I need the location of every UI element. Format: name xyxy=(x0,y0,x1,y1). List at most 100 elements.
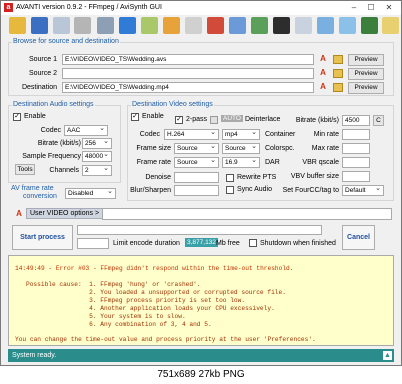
vbr-qscale-input[interactable] xyxy=(342,157,370,168)
destination-script-icon[interactable]: A xyxy=(318,82,328,92)
log-line: 3. FFmpeg process priority is set too lo… xyxy=(26,297,246,304)
denoise-input[interactable] xyxy=(174,172,219,183)
audio-tools-button[interactable]: Tools xyxy=(15,164,35,175)
destination-input[interactable]: E:\VIDEO\VIDEO_TS\Wedding.mp4 xyxy=(62,82,314,93)
rewrite-pts-label: Rewrite PTS xyxy=(237,174,277,181)
log-line: Possible cause: 1. FFmpeg 'hung' or 'cra… xyxy=(26,281,201,288)
app-logo-icon: a xyxy=(4,3,13,12)
status-bar: System ready. ▲ xyxy=(8,349,394,362)
av-frame-rate-select[interactable]: Disabled xyxy=(65,188,116,199)
max-rate-input[interactable] xyxy=(342,143,370,154)
cancel-button[interactable]: Cancel xyxy=(342,225,375,250)
help-icon[interactable] xyxy=(317,17,334,34)
user-video-options-input[interactable] xyxy=(102,208,392,220)
video-enable-label: Enable xyxy=(142,113,164,120)
browse-source1-icon[interactable] xyxy=(333,55,343,64)
fourcc-select[interactable]: Default xyxy=(342,185,384,196)
dar-label: DAR xyxy=(265,159,280,166)
log-line: You can change the time-out value and pr… xyxy=(15,336,316,343)
video-bitrate-input[interactable]: 4500 xyxy=(342,115,370,126)
monitor-icon[interactable] xyxy=(273,17,290,34)
audio-group-label: Destination Audio settings xyxy=(12,101,95,108)
media-icon[interactable] xyxy=(141,17,158,34)
channels-select[interactable]: 2 xyxy=(82,165,112,176)
channels-label: Channels xyxy=(49,167,79,174)
tools-icon[interactable] xyxy=(163,17,180,34)
start-process-button[interactable]: Start process xyxy=(12,225,73,250)
min-rate-label: Min rate xyxy=(313,131,339,138)
log-panel: 14:49:49 - Error #03 - FFmpeg didn't res… xyxy=(8,255,394,346)
maximize-icon[interactable]: ☐ xyxy=(365,3,377,13)
settings-icon[interactable] xyxy=(74,17,91,34)
toolbar xyxy=(5,16,399,36)
image-caption: 751x689 27kb PNG xyxy=(0,366,402,384)
av-frame-rate-label: AV frame rate xyxy=(11,185,54,192)
web-icon[interactable] xyxy=(339,17,356,34)
scheduler-icon[interactable] xyxy=(229,17,246,34)
status-text: System ready. xyxy=(12,352,57,359)
preferences-icon[interactable] xyxy=(251,17,268,34)
preview-source1-button[interactable]: Preview xyxy=(348,54,384,66)
user-video-options-button[interactable]: User VIDEO options > xyxy=(26,208,104,219)
presets-icon[interactable] xyxy=(53,17,70,34)
vbv-buffer-label: VBV buffer size xyxy=(290,173,339,180)
browse-source2-icon[interactable] xyxy=(333,69,343,78)
shutdown-checkbox[interactable] xyxy=(249,239,257,247)
info-icon[interactable] xyxy=(119,17,136,34)
blur-sharpen-input[interactable] xyxy=(174,185,219,196)
destination-label: Destination xyxy=(21,84,57,91)
container-select[interactable]: mp4 xyxy=(222,129,260,140)
delete-icon[interactable] xyxy=(207,17,224,34)
source1-input[interactable]: E:\VIDEO\VIDEO_TS\Wedding.avs xyxy=(62,54,314,65)
auto-deinterlace-checkbox[interactable] xyxy=(210,116,218,124)
sample-frequency-select[interactable]: 48000 xyxy=(82,151,112,162)
preview-source2-button[interactable]: Preview xyxy=(348,68,384,80)
frame-size-select[interactable]: Source xyxy=(174,143,219,154)
log-line: 5. Your system is to slow. xyxy=(26,313,186,320)
video-codec-select[interactable]: H.264 xyxy=(164,129,219,140)
log-line: 4. Another application loads your CPU ex… xyxy=(26,305,275,312)
rewrite-pts-checkbox[interactable] xyxy=(226,174,234,182)
dar-select[interactable]: 16.9 xyxy=(222,157,260,168)
minimize-icon[interactable]: – xyxy=(348,3,360,13)
app-window: a AVANTI version 0.9.2 - FFmpeg / AviSyn… xyxy=(0,0,402,366)
vbr-qscale-label: VBR qscale xyxy=(302,159,339,166)
avisynth-icon[interactable] xyxy=(185,17,202,34)
min-rate-input[interactable] xyxy=(342,129,370,140)
audio-enable-checkbox[interactable]: ✓ xyxy=(13,113,21,121)
limit-duration-input[interactable] xyxy=(77,238,109,249)
denoise-label: Denoise xyxy=(145,174,171,181)
about-icon[interactable] xyxy=(382,17,399,34)
container-label: Container xyxy=(265,131,296,138)
fourcc-label: Set FourCC/tag to xyxy=(282,187,339,194)
vbv-buffer-input[interactable] xyxy=(342,171,370,182)
scroll-up-icon[interactable]: ▲ xyxy=(383,351,392,360)
audio-codec-select[interactable]: AAC xyxy=(64,125,108,136)
video-enable-checkbox[interactable]: ✓ xyxy=(131,113,139,121)
source2-input[interactable] xyxy=(62,68,314,79)
calculator-icon[interactable] xyxy=(295,17,312,34)
colorspace-select[interactable]: Source xyxy=(222,143,260,154)
two-pass-checkbox[interactable]: ✓ xyxy=(175,116,183,124)
progress-bar xyxy=(77,225,322,235)
batch-icon[interactable] xyxy=(97,17,114,34)
save-project-icon[interactable] xyxy=(31,17,48,34)
blur-sharpen-label: Blur/Sharpen xyxy=(130,187,171,194)
bitrate-calculator-button[interactable]: C xyxy=(373,115,384,126)
open-project-icon[interactable] xyxy=(9,17,26,34)
video-codec-label: Codec xyxy=(139,131,160,138)
log-icon[interactable] xyxy=(361,17,378,34)
user-options-icon: A xyxy=(16,209,22,218)
title-bar: a AVANTI version 0.9.2 - FFmpeg / AviSyn… xyxy=(1,1,401,15)
frame-rate-select[interactable]: Source xyxy=(174,157,219,168)
close-icon[interactable]: ✕ xyxy=(383,3,395,13)
limit-encode-label: Limit encode duration xyxy=(113,240,180,247)
log-line: 2. You loaded a unsupported or corrupted… xyxy=(26,289,286,296)
log-line: 14:49:49 - Error #03 - FFmpeg didn't res… xyxy=(15,265,294,272)
sync-audio-checkbox[interactable] xyxy=(226,186,234,194)
avisynth-script-icon[interactable]: A xyxy=(318,54,328,64)
avisynth-script2-icon[interactable]: A xyxy=(318,68,328,78)
audio-bitrate-select[interactable]: 256 xyxy=(82,138,112,149)
preview-destination-button[interactable]: Preview xyxy=(348,82,384,94)
browse-destination-icon[interactable] xyxy=(333,83,343,92)
